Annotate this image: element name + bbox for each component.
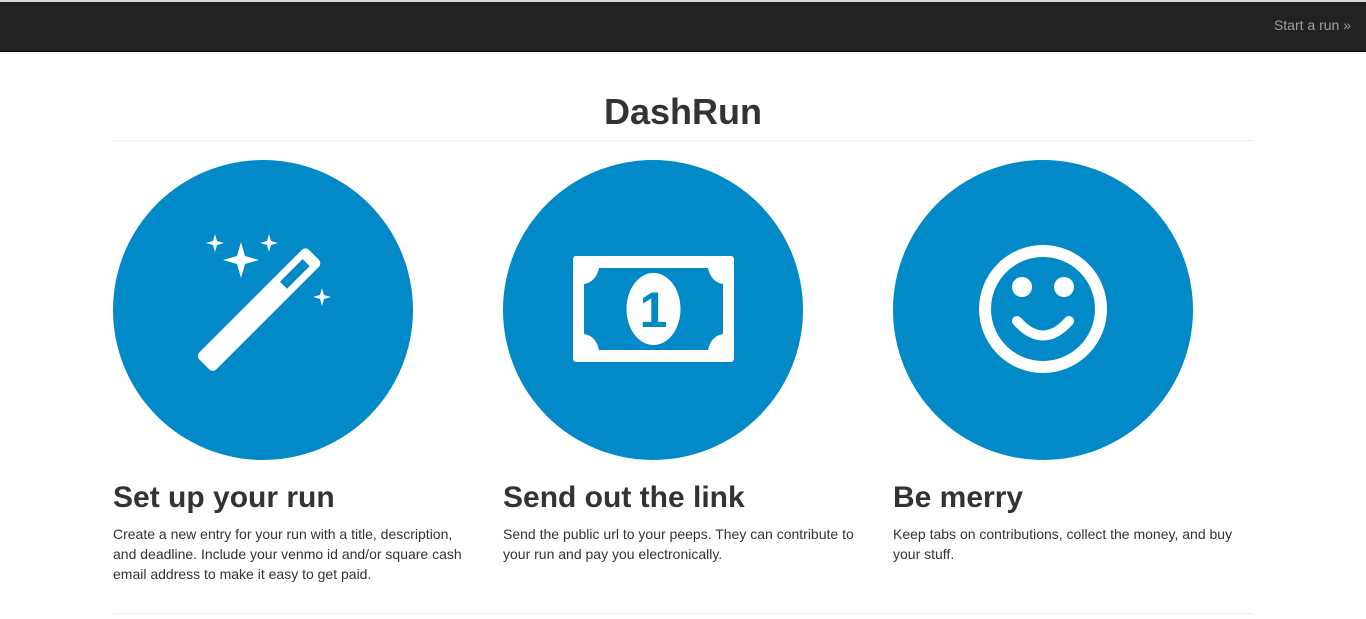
feature-merry: Be merry Keep tabs on contributions, col…	[893, 160, 1253, 562]
top-navbar: Start a run »	[0, 0, 1366, 52]
page-title: DashRun	[603, 91, 762, 132]
feature-circle	[113, 160, 413, 460]
divider-top	[113, 140, 1253, 141]
feature-share: 1 Send out the link Send the public url …	[503, 160, 863, 562]
dollar-bill-icon: 1	[573, 256, 734, 362]
smiley-face-icon	[979, 245, 1107, 373]
feature-setup: Set up your run Create a new entry for y…	[113, 160, 473, 582]
feature-description: Create a new entry for your run with a t…	[113, 526, 462, 582]
feature-description: Send the public url to your peeps. They …	[503, 526, 854, 562]
feature-heading: Be merry	[893, 481, 1024, 514]
feature-heading: Send out the link	[503, 481, 745, 514]
feature-circle: 1	[503, 160, 803, 460]
feature-description: Keep tabs on contributions, collect the …	[893, 526, 1233, 562]
bill-denomination: 1	[640, 282, 668, 338]
feature-circle	[893, 160, 1193, 460]
divider-bottom	[113, 613, 1253, 614]
start-run-link[interactable]: Start a run »	[1274, 17, 1351, 33]
magic-wand-icon	[197, 234, 331, 371]
feature-heading: Set up your run	[113, 481, 335, 514]
